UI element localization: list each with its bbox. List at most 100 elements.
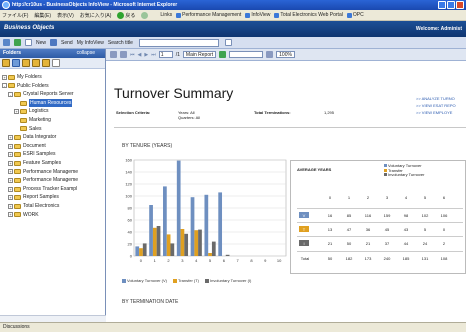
bar-transfer [194, 230, 199, 256]
export-icon[interactable] [120, 51, 127, 58]
last-page-icon[interactable]: ⏭ [151, 52, 156, 58]
prev-page-icon[interactable]: ◀ [138, 52, 142, 58]
table-cell: 85 [346, 213, 352, 218]
tree-item[interactable]: + ESRI Samples [2, 150, 105, 159]
tree-item[interactable]: + Data Integrator [2, 133, 105, 142]
tree-item[interactable]: - Crystal Reports Server [2, 90, 105, 99]
tree-item[interactable]: + Feature Samples [2, 159, 105, 168]
expand-toggle-icon[interactable]: + [8, 152, 13, 158]
tree-item[interactable]: Sales [2, 125, 105, 134]
first-page-icon[interactable]: ⏮ [130, 52, 135, 58]
expand-toggle-icon[interactable]: + [8, 134, 13, 140]
new-button[interactable]: New [36, 40, 46, 46]
expand-toggle-icon[interactable]: + [2, 74, 7, 80]
move-icon[interactable] [22, 59, 30, 67]
tree-item[interactable]: Human Resources [2, 98, 105, 108]
search-icon[interactable] [224, 39, 232, 46]
menu-file[interactable]: ファイル(F) [2, 12, 28, 19]
menu-favorites[interactable]: お気に入り(A) [80, 12, 112, 19]
menu-view[interactable]: 表示(V) [57, 12, 74, 19]
view-esat-link[interactable]: >> VIEW ESAT REPO [416, 102, 456, 109]
organize-icon[interactable] [32, 59, 40, 67]
welcome-text: Welcome: Administ [415, 26, 462, 32]
tree-item[interactable]: + Report Samples [2, 193, 105, 202]
y-tick-label: 100 [125, 194, 132, 199]
tree-item[interactable]: + Total Electronics [2, 202, 105, 211]
tree-item[interactable]: + Performance Manageme [2, 176, 105, 185]
document-icon[interactable] [25, 39, 32, 46]
forward-arrow-icon[interactable] [141, 11, 149, 19]
table-cell: 5 [423, 227, 427, 232]
search-input[interactable] [138, 38, 219, 47]
minimize-icon[interactable] [438, 1, 446, 9]
status-bar: Discussions [0, 322, 466, 332]
table-cell: 44 [403, 241, 409, 246]
folders-scrollbar[interactable] [0, 315, 106, 322]
expand-toggle-icon[interactable]: + [14, 109, 19, 115]
tree-item[interactable]: + My Folders [2, 73, 105, 82]
link-opc[interactable]: OPC [347, 12, 364, 18]
expand-toggle-icon[interactable]: - [2, 83, 7, 89]
maximize-icon[interactable] [447, 1, 455, 9]
y-tick-label: 80 [128, 206, 133, 211]
table-row: V 16 85 116 159 98 102 106 [291, 211, 466, 219]
link-total-electronics[interactable]: Total Electronics Web Portal [274, 12, 342, 18]
expand-toggle-icon[interactable]: + [8, 212, 13, 218]
link-infoview[interactable]: InfoView [245, 12, 270, 18]
tree-item[interactable]: + Logistics [2, 107, 105, 116]
table-column-header: 0 [328, 195, 332, 200]
expand-toggle-icon[interactable]: - [8, 91, 13, 97]
report-search-input[interactable] [229, 51, 264, 58]
send-icon[interactable] [50, 39, 58, 46]
link-performance-management[interactable]: Performance Management [176, 12, 241, 18]
bar-involuntary [170, 243, 175, 256]
expand-toggle-icon[interactable]: + [8, 169, 13, 175]
expand-toggle-icon[interactable]: + [8, 195, 13, 201]
legend-voluntary: Voluntary Turnover (V) [122, 278, 167, 283]
print-icon[interactable] [110, 51, 117, 58]
table-divider [297, 222, 463, 223]
view-select[interactable]: Main Report [182, 51, 217, 58]
expand-toggle-icon[interactable]: + [8, 143, 13, 149]
back-button[interactable]: 戻る [117, 11, 135, 19]
table-cell: 24 [422, 241, 428, 246]
table-cell: 21 [365, 241, 371, 246]
find-icon[interactable] [266, 51, 274, 58]
bar-transfer [152, 227, 157, 256]
page-number-input[interactable]: 1 [158, 51, 173, 58]
legend-involuntary: Involuntary Turnover (I) [205, 278, 251, 283]
zoom-select[interactable]: 100% [276, 51, 295, 58]
close-icon[interactable] [456, 1, 464, 9]
expand-toggle-icon[interactable]: + [8, 160, 13, 166]
bar-involuntary [211, 241, 216, 256]
menu-edit[interactable]: 編集(E) [34, 12, 51, 19]
folders-panel: Folders collapse + My Folders - Public Fold… [0, 49, 106, 322]
send-button[interactable]: Send [61, 40, 73, 46]
tree-item[interactable]: + Process Tracker Exampl [2, 185, 105, 194]
bar-voluntary [149, 205, 153, 256]
expand-toggle-icon[interactable]: + [8, 203, 13, 209]
folder-icon [14, 91, 21, 97]
tree-item[interactable]: - Public Folders [2, 82, 105, 91]
analyze-turnover-link[interactable]: >> ANALYZE TURNO [416, 95, 456, 102]
next-page-icon[interactable]: ▶ [144, 52, 148, 58]
tree-item[interactable]: + Performance Manageme [2, 168, 105, 177]
folder-icon[interactable] [42, 59, 50, 67]
tree-item[interactable]: + WORK [2, 211, 105, 220]
new-folder-icon[interactable] [2, 59, 10, 67]
tree-item[interactable]: + Document [2, 142, 105, 151]
refresh-report-icon[interactable] [219, 51, 227, 58]
expand-toggle-icon[interactable]: + [8, 186, 13, 192]
bar-involuntary [156, 226, 161, 256]
copy-icon[interactable] [12, 59, 20, 67]
tree-item[interactable]: Marketing [2, 116, 105, 125]
table-cell: 21 [327, 241, 333, 246]
my-infoview-button[interactable]: My InfoView [77, 40, 104, 46]
home-icon[interactable] [3, 39, 10, 46]
folders-title: Folders [3, 50, 22, 56]
expand-toggle-icon[interactable]: + [8, 177, 13, 183]
delete-icon[interactable] [52, 59, 60, 67]
refresh-icon[interactable] [14, 39, 21, 46]
collapse-link[interactable]: collapse [77, 49, 95, 58]
view-employee-link[interactable]: >> VIEW EMPLOYE [416, 109, 456, 116]
